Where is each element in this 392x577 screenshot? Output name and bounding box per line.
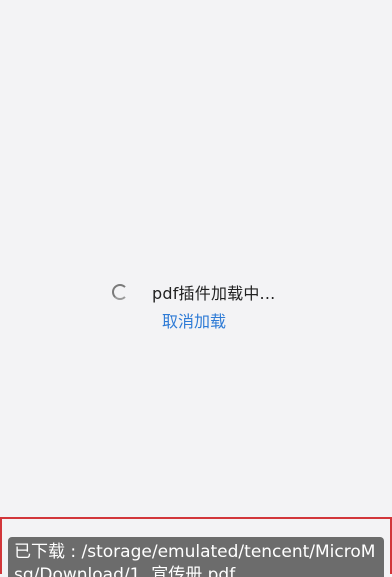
loading-status-text: pdf插件加载中... [152,284,276,303]
loading-indicator: pdf插件加载中... [112,280,275,304]
download-toast-text: 已下载 : /storage/emulated/tencent/MicroMsg… [14,542,376,577]
loading-spinner-icon [112,284,128,300]
download-toast: 已下载 : /storage/emulated/tencent/MicroMsg… [8,537,384,577]
pdf-viewer-page: pdf插件加载中... 取消加载 已下载 : /storage/emulated… [0,0,392,577]
cancel-loading-button[interactable]: 取消加载 [162,308,226,332]
